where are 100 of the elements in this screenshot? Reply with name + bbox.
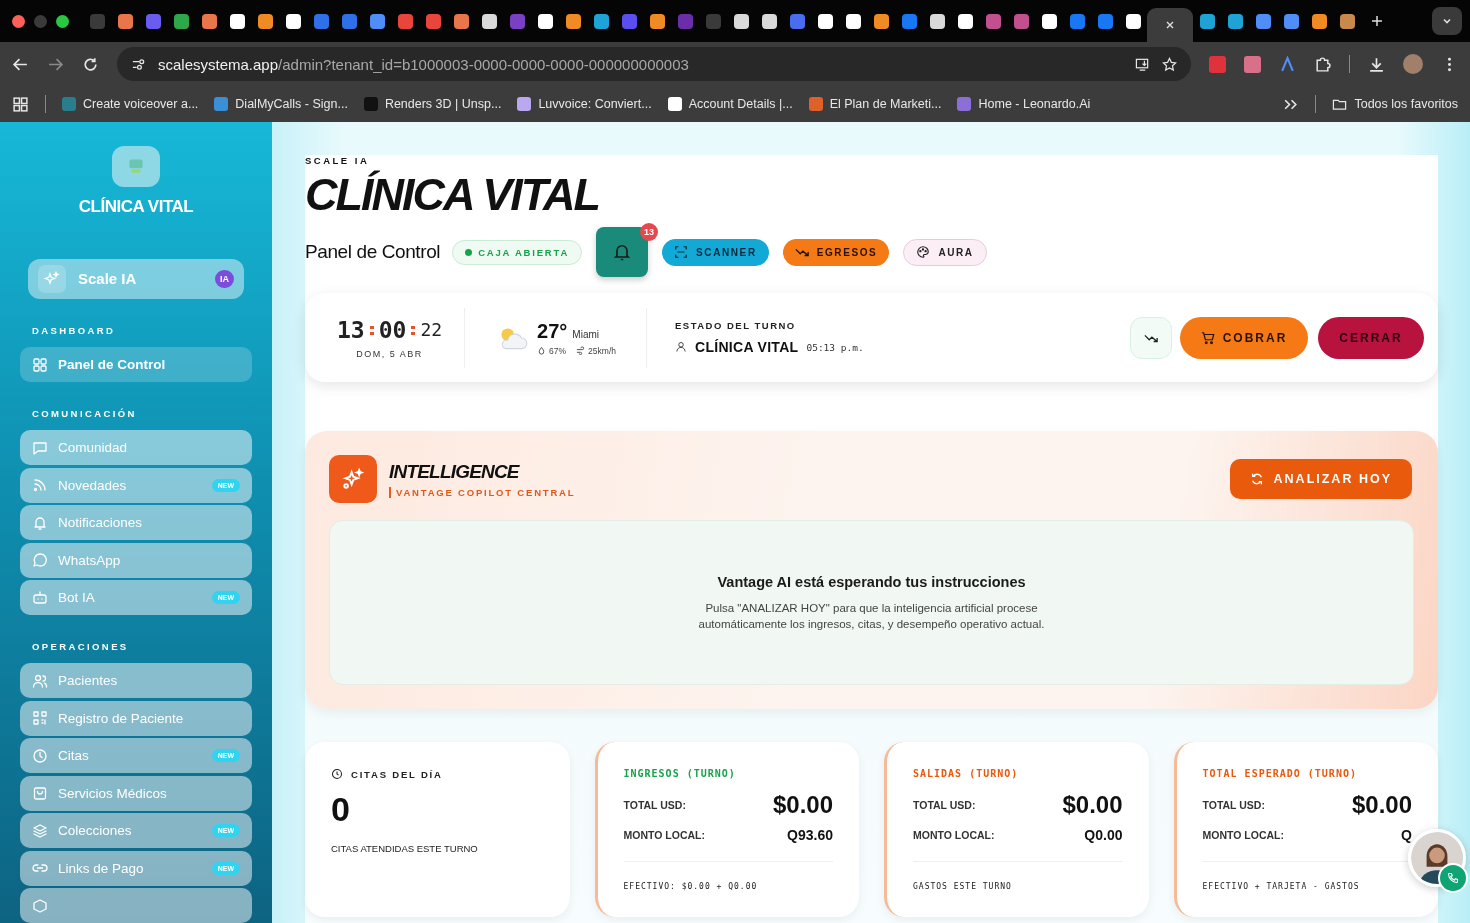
message-title: Vantage AI está esperando tus instrucciones	[717, 573, 1026, 590]
reload-icon[interactable]	[82, 55, 99, 73]
total-amount: $0.00	[772, 791, 833, 819]
card-title: SALIDAS (TURNO)	[913, 768, 1020, 779]
seconds: 22	[420, 319, 443, 340]
extension-icon[interactable]	[1244, 55, 1261, 73]
bookmark-item[interactable]: El Plan de Marketi...	[808, 97, 942, 111]
tab-search-button[interactable]	[1432, 7, 1462, 35]
shift-time: 05:13 p.m.	[806, 341, 864, 353]
section-heading: DASHBOARD	[32, 325, 116, 336]
download-icon[interactable]	[1368, 55, 1385, 73]
local-amount: Q93.60	[787, 827, 833, 843]
url-text: scalesystema.app/admin?tenant_id=b1000003-0000-0000-0000-000000000003	[158, 55, 689, 73]
bookmark-item[interactable]: DialMyCalls - Sign...	[214, 97, 348, 111]
box-icon	[32, 897, 48, 914]
card-footer: EFECTIVO + TARJETA - GASTOS	[1202, 882, 1412, 891]
notification-count: 13	[640, 223, 658, 241]
phone-call-button[interactable]	[1438, 863, 1468, 893]
refresh-icon	[1249, 472, 1264, 486]
total-amount: $0.00	[1351, 791, 1412, 819]
card-footer: EFECTIVO: $0.00 + Q0.00	[623, 882, 833, 891]
grid-icon	[32, 356, 48, 373]
assistant-button[interactable]: Scale IA IA	[28, 258, 244, 299]
close-shift-button[interactable]: CERRAR	[1318, 316, 1424, 359]
card-title: CITAS DEL DÍA	[351, 768, 443, 780]
bag-icon	[32, 785, 48, 801]
section-heading: COMUNICACIÓN	[32, 408, 137, 419]
site-settings-icon[interactable]	[131, 56, 146, 72]
cart-icon	[1200, 330, 1215, 345]
aura-button[interactable]: AURA	[903, 238, 987, 266]
local-label: MONTO LOCAL:	[623, 829, 705, 841]
cash-status-badge: CAJA ABIERTA	[452, 239, 583, 265]
bookmark-item[interactable]: Luvvoice: Conviert...	[517, 97, 652, 111]
user-icon	[675, 341, 687, 353]
clock-icon	[32, 747, 48, 764]
shift-name: CLÍNICA VITAL	[695, 339, 799, 355]
bookmark-item[interactable]: Account Details |...	[667, 97, 793, 111]
egresos-button[interactable]: EGRESOS	[782, 238, 890, 266]
wind-reading: 25km/h	[588, 345, 616, 356]
chat-icon	[32, 552, 48, 568]
palette-icon	[916, 245, 931, 259]
hours: 13	[337, 316, 365, 343]
date-label: DOM, 5 ABR	[356, 348, 423, 359]
bookmark-item[interactable]: Renders 3D | Unsp...	[363, 97, 502, 111]
card-title: TOTAL ESPERADO (TURNO)	[1202, 768, 1358, 779]
scan-icon	[674, 245, 689, 259]
total-label: TOTAL USD:	[1202, 799, 1265, 811]
extension-icon[interactable]	[1209, 55, 1226, 73]
close-window-button[interactable]	[12, 14, 25, 28]
humidity-reading: 67%	[549, 345, 567, 356]
apps-grid-icon[interactable]	[12, 95, 29, 113]
card-title: INGRESOS (TURNO)	[623, 768, 737, 779]
address-bar[interactable]: scalesystema.app/admin?tenant_id=b1000003-0000-0000-0000-000000000003	[117, 47, 1191, 81]
sparkle-icon	[44, 270, 60, 287]
bot-icon	[32, 589, 48, 606]
card-caption: CITAS ATENDIDAS ESTE TURNO	[331, 843, 479, 854]
city-name: Miami	[572, 328, 599, 340]
clinic-name: CLÍNICA VITAL	[78, 196, 194, 217]
message-icon	[32, 439, 48, 456]
install-app-icon[interactable]	[1135, 56, 1150, 72]
bell-icon	[32, 514, 48, 531]
page-subtitle: Panel de Control	[305, 241, 441, 263]
bookmark-star-icon[interactable]	[1162, 56, 1177, 72]
users-icon	[32, 672, 48, 689]
local-amount: Q	[1401, 827, 1412, 843]
card-footer: GASTOS ESTE TURNO	[913, 882, 1123, 891]
profile-avatar[interactable]	[1403, 54, 1423, 74]
local-amount: Q0.00	[1084, 827, 1123, 843]
all-bookmarks-item[interactable]: Todos los favoritos	[1332, 96, 1458, 112]
page-title: CLÍNICA VITAL	[305, 172, 600, 217]
clinic-logo	[112, 146, 160, 187]
rss-icon	[32, 477, 48, 493]
maximize-window-button[interactable]	[56, 14, 69, 28]
analyze-button[interactable]: ANALIZAR HOY	[1229, 459, 1412, 499]
local-label: MONTO LOCAL:	[1202, 829, 1284, 841]
bookmark-item[interactable]: Home - Leonardo.Ai	[957, 97, 1091, 111]
puzzle-icon[interactable]	[1314, 55, 1331, 73]
ia-badge: IA	[215, 269, 234, 288]
layers-icon	[32, 822, 48, 839]
sparkle-icon	[329, 455, 377, 503]
bell-icon	[612, 242, 633, 262]
qr-icon	[32, 710, 48, 726]
bookmark-item[interactable]: Create voiceover a...	[62, 97, 199, 111]
phone-icon	[1447, 872, 1459, 884]
section-heading: OPERACIONES	[32, 641, 129, 652]
total-label: TOTAL USD:	[913, 799, 976, 811]
close-icon[interactable]	[1165, 20, 1175, 30]
minutes: 00	[378, 316, 407, 343]
total-amount: $0.00	[1062, 791, 1123, 819]
shift-heading: ESTADO DEL TURNO	[675, 320, 797, 331]
appointment-count: 0	[331, 790, 351, 829]
brand-label: SCALE IA	[305, 155, 371, 166]
scanner-button[interactable]: SCANNER	[662, 238, 769, 266]
humidity-icon	[537, 345, 547, 355]
extension-icon[interactable]	[1279, 55, 1296, 73]
new-tab-icon[interactable]	[1371, 15, 1383, 27]
local-label: MONTO LOCAL:	[913, 829, 995, 841]
charge-button[interactable]: COBRAR	[1180, 316, 1308, 359]
intelligence-subtitle: VANTAGE COPILOT CENTRAL	[389, 486, 576, 498]
intelligence-title: INTELLIGENCE	[389, 460, 521, 483]
